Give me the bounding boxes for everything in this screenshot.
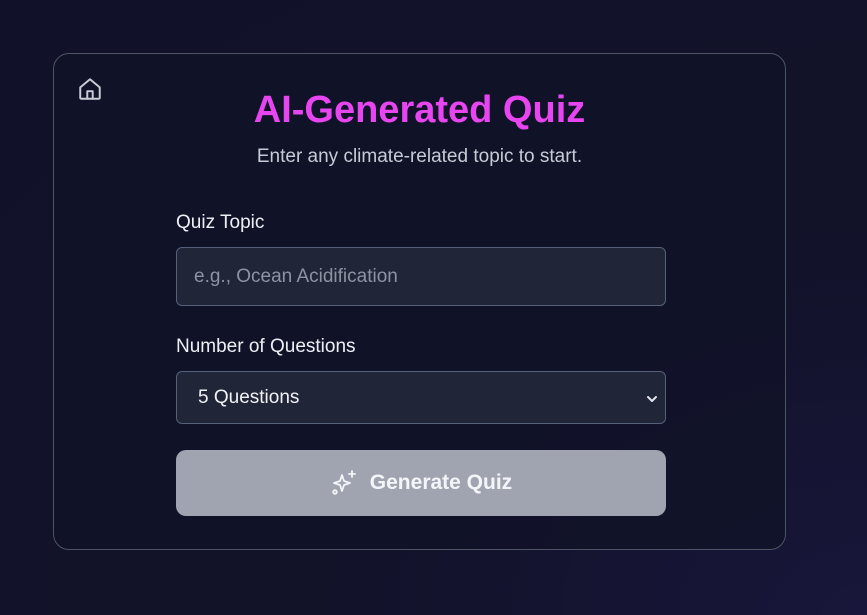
question-count-select[interactable]: 5 Questions [176, 371, 666, 424]
question-count-value: 5 Questions [198, 387, 300, 408]
generate-quiz-button[interactable]: Generate Quiz [176, 450, 666, 516]
quiz-topic-input[interactable] [176, 247, 666, 306]
question-count-label: Number of Questions [176, 336, 356, 357]
chevron-down-icon [645, 390, 659, 404]
quiz-card: AI-Generated Quiz Enter any climate-rela… [53, 53, 786, 550]
quiz-topic-label: Quiz Topic [176, 212, 265, 233]
generate-quiz-label: Generate Quiz [369, 471, 513, 494]
sparkles-icon [330, 469, 358, 497]
page-subtitle: Enter any climate-related topic to start… [256, 146, 583, 167]
page-title: AI-Generated Quiz [253, 89, 586, 131]
